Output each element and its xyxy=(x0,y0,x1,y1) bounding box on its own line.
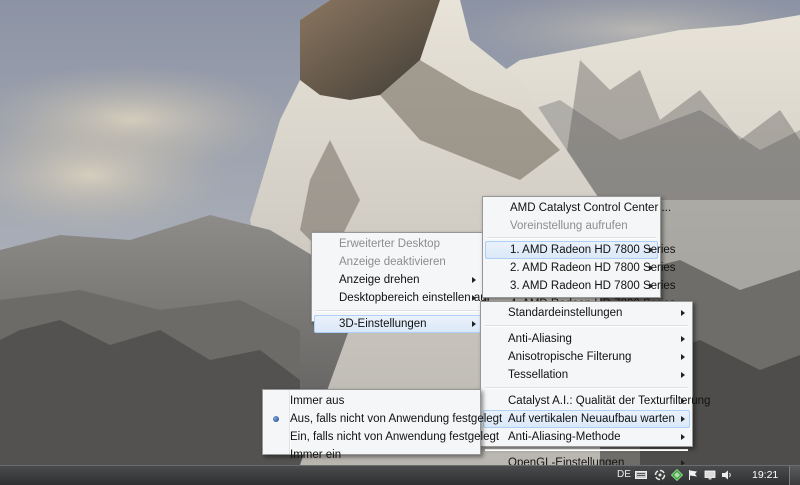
menu-item-3d-einstellungen[interactable]: 3D-Einstellungen xyxy=(314,315,481,333)
menu-item-radeon-2[interactable]: 2. AMD Radeon HD 7800 Series xyxy=(485,259,676,277)
submenu-arrow-icon xyxy=(472,295,476,301)
volume-icon[interactable] xyxy=(721,469,733,481)
menu-separator xyxy=(485,449,688,451)
menu-item-standardeinstellungen[interactable]: Standardeinstellungen xyxy=(483,304,690,322)
amd-catalyst-icon[interactable] xyxy=(671,469,683,481)
display-icon[interactable] xyxy=(704,469,716,481)
menu-item-anti-aliasing[interactable]: Anti-Aliasing xyxy=(483,330,690,348)
menu-item-label: Aus, falls nicht von Anwendung festgeleg… xyxy=(290,413,503,425)
menu-item-radeon-1[interactable]: 1. AMD Radeon HD 7800 Series xyxy=(485,241,676,259)
submenu-arrow-icon xyxy=(681,354,685,360)
menu-item-erweiterter-desktop[interactable]: Erweiterter Desktop xyxy=(314,235,481,253)
menu-item-label: Immer ein xyxy=(290,449,342,461)
menu-separator xyxy=(487,237,656,239)
menu-item-label: Erweiterter Desktop xyxy=(339,238,440,250)
menu-item-label: Auf vertikalen Neuaufbau warten xyxy=(508,413,675,425)
network-sync-icon[interactable] xyxy=(654,469,666,481)
menu-item-label: Standardeinstellungen xyxy=(508,307,623,319)
menu-item-voreinstellung-aufrufen[interactable]: Voreinstellung aufrufen xyxy=(485,217,658,235)
menu-item-vertikaler-neuaufbau[interactable]: Auf vertikalen Neuaufbau warten xyxy=(483,410,690,428)
menu-item-immer-aus[interactable]: Immer aus xyxy=(265,392,478,410)
menu-separator xyxy=(485,387,688,389)
menu-item-radeon-3[interactable]: 3. AMD Radeon HD 7800 Series xyxy=(485,277,676,295)
menu-item-aus-falls-nicht[interactable]: Aus, falls nicht von Anwendung festgeleg… xyxy=(265,410,502,428)
vsync-options-submenu: Immer aus Aus, falls nicht von Anwendung… xyxy=(262,389,502,461)
desktop-context-menu: Erweiterter Desktop Anzeige deaktivieren… xyxy=(311,232,490,333)
menu-item-label: Immer aus xyxy=(290,395,345,407)
menu-item-desktopbereich[interactable]: Desktopbereich einstellen auf xyxy=(314,289,490,307)
menu-item-label: Anti-Aliasing-Methode xyxy=(508,431,621,443)
submenu-arrow-icon xyxy=(649,247,653,253)
keyboard-icon[interactable] xyxy=(635,469,647,481)
language-indicator[interactable]: DE xyxy=(617,469,631,480)
menu-item-tessellation[interactable]: Tessellation xyxy=(483,366,690,384)
menu-item-label: Voreinstellung aufrufen xyxy=(510,220,628,232)
menu-item-catalyst-ai[interactable]: Catalyst A.I.: Qualität der Texturfilter… xyxy=(483,392,710,410)
submenu-arrow-icon xyxy=(649,283,653,289)
menu-item-ein-falls-nicht[interactable]: Ein, falls nicht von Anwendung festgeleg… xyxy=(265,428,499,446)
flag-icon[interactable] xyxy=(687,469,699,481)
menu-item-label: 3D-Einstellungen xyxy=(339,318,427,330)
submenu-arrow-icon xyxy=(681,310,685,316)
submenu-arrow-icon xyxy=(681,434,685,440)
submenu-arrow-icon xyxy=(472,277,476,283)
menu-item-anisotropische-filterung[interactable]: Anisotropische Filterung xyxy=(483,348,690,366)
menu-item-label: Desktopbereich einstellen auf xyxy=(339,292,490,304)
submenu-arrow-icon xyxy=(681,416,685,422)
radio-selected-icon xyxy=(273,416,279,422)
menu-item-label: Anzeige drehen xyxy=(339,274,420,286)
taskbar: DE 19:21 xyxy=(0,465,800,485)
menu-item-label: Ein, falls nicht von Anwendung festgeleg… xyxy=(290,431,500,443)
menu-item-anzeige-drehen[interactable]: Anzeige drehen xyxy=(314,271,481,289)
menu-item-label: Tessellation xyxy=(508,369,569,381)
submenu-arrow-icon xyxy=(649,265,653,271)
menu-item-label: Anzeige deaktivieren xyxy=(339,256,446,268)
menu-separator xyxy=(485,325,688,327)
menu-item-anti-aliasing-methode[interactable]: Anti-Aliasing-Methode xyxy=(483,428,690,446)
menu-separator xyxy=(316,310,479,312)
menu-item-label: Anti-Aliasing xyxy=(508,333,572,345)
menu-item-label: AMD Catalyst Control Center ... xyxy=(510,202,672,214)
clock[interactable]: 19:21 xyxy=(752,469,778,481)
submenu-arrow-icon xyxy=(472,321,476,327)
submenu-arrow-icon xyxy=(681,336,685,342)
menu-item-anzeige-deaktivieren[interactable]: Anzeige deaktivieren xyxy=(314,253,481,271)
submenu-arrow-icon xyxy=(681,398,685,404)
menu-item-immer-ein[interactable]: Immer ein xyxy=(265,446,478,464)
submenu-arrow-icon xyxy=(681,372,685,378)
menu-item-label: Anisotropische Filterung xyxy=(508,351,632,363)
show-desktop-button[interactable] xyxy=(789,466,800,485)
menu-item-catalyst-control-center[interactable]: AMD Catalyst Control Center ... xyxy=(485,199,671,217)
3d-settings-submenu: Standardeinstellungen Anti-Aliasing Anis… xyxy=(480,301,710,469)
amd-catalyst-menu: AMD Catalyst Control Center ... Voreinst… xyxy=(482,196,676,310)
